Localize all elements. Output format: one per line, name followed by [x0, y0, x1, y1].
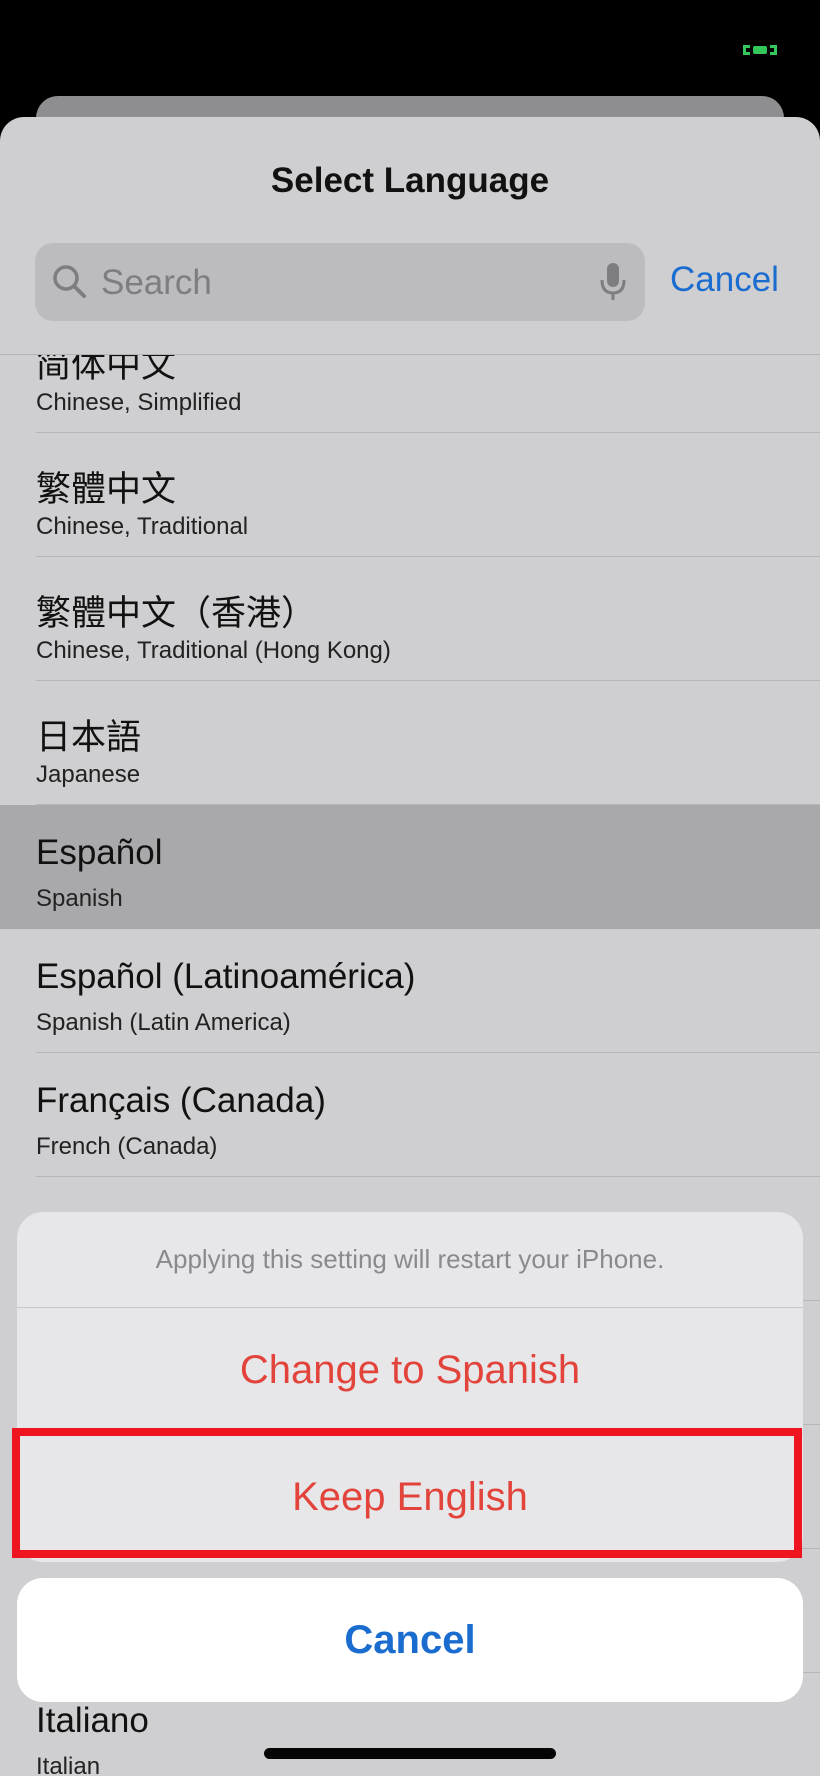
language-english-name: Chinese, Traditional (Hong Kong) — [36, 637, 391, 664]
language-english-name: Spanish — [36, 885, 123, 912]
language-english-name: Italian — [36, 1753, 101, 1776]
home-indicator[interactable] — [264, 1748, 556, 1759]
search-input[interactable]: Search — [35, 243, 645, 321]
restart-action-sheet: Applying this setting will restart your … — [17, 1212, 803, 1562]
language-row[interactable]: 简体中文 Chinese, Simplified — [0, 355, 820, 433]
language-list[interactable]: 简体中文 Chinese, Simplified 繁體中文 Chinese, T… — [0, 355, 820, 1776]
language-native-name: 简体中文 — [36, 355, 177, 385]
microphone-icon[interactable] — [599, 261, 627, 303]
language-english-name: French (Canada) — [36, 1133, 218, 1160]
language-row[interactable]: 日本語 Japanese — [0, 681, 820, 805]
search-icon — [53, 265, 86, 298]
language-row-selected[interactable]: Español Spanish — [0, 805, 820, 929]
language-row[interactable]: 繁體中文 Chinese, Traditional — [0, 433, 820, 557]
change-to-spanish-button[interactable]: Change to Spanish — [17, 1308, 803, 1434]
language-native-name: 日本語 — [36, 718, 142, 757]
sheet-title: Select Language — [270, 161, 550, 200]
phone-screen: Select Language Search Cancel 简体中文 Chine… — [0, 0, 820, 1776]
language-native-name: 繁體中文（香港） — [36, 594, 317, 633]
language-english-name: Spanish (Latin America) — [36, 1009, 291, 1036]
language-native-name: 繁體中文 — [36, 470, 177, 509]
search-cancel-button[interactable]: Cancel — [670, 260, 779, 300]
language-row[interactable]: Español (Latinoamérica) Spanish (Latin A… — [0, 929, 820, 1053]
language-row[interactable]: Français (Canada) French (Canada) — [0, 1053, 820, 1177]
language-native-name: Español (Latinoamérica) — [36, 957, 416, 996]
action-sheet-message: Applying this setting will restart your … — [17, 1212, 803, 1308]
language-english-name: Chinese, Simplified — [36, 389, 242, 416]
language-native-name: Français (Canada) — [36, 1081, 326, 1120]
camera-in-use-indicator-icon — [743, 45, 777, 55]
language-english-name: Chinese, Traditional — [36, 513, 249, 540]
language-native-name: Español — [36, 833, 163, 872]
search-placeholder: Search — [101, 263, 212, 302]
keep-english-button[interactable]: Keep English — [17, 1434, 803, 1560]
language-english-name: Japanese — [36, 761, 141, 788]
action-sheet-cancel-button[interactable]: Cancel — [17, 1578, 803, 1702]
language-native-name: Italiano — [36, 1701, 149, 1740]
language-row[interactable]: 繁體中文（香港） Chinese, Traditional (Hong Kong… — [0, 557, 820, 681]
